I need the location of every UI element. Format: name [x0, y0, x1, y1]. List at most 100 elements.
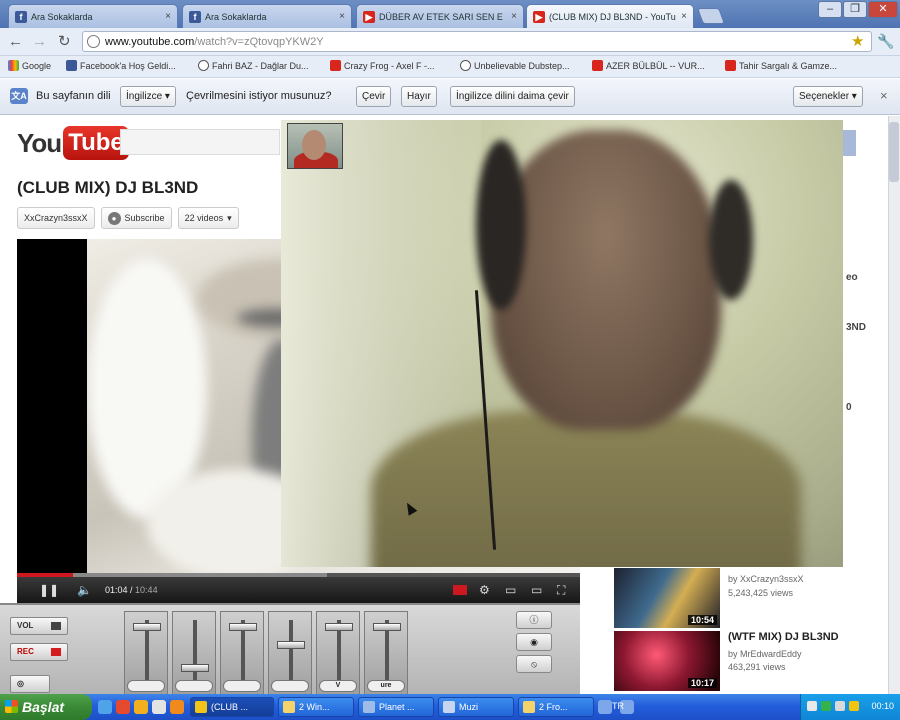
subscribe-label: Subscribe — [124, 213, 165, 223]
quicklaunch-icon[interactable] — [116, 700, 130, 714]
settings-gear-icon[interactable]: ⚙ — [479, 583, 490, 597]
browser-tab-4[interactable]: ▶ (CLUB MIX) DJ BL3ND - YouTu × — [526, 4, 694, 28]
browser-tab-3[interactable]: ▶ DÜBER AV ETEK SARI SEN E × — [356, 4, 524, 28]
video-thumbnail[interactable]: 10:17 — [614, 631, 720, 691]
close-tab-icon[interactable]: × — [165, 11, 171, 22]
fader-knob[interactable] — [133, 622, 161, 631]
large-player-icon[interactable]: ▭ — [531, 583, 542, 597]
options-button[interactable]: Seçenekler ▾ — [793, 86, 863, 107]
close-window-button[interactable]: ✕ — [868, 1, 898, 18]
forward-arrow-icon[interactable]: → — [32, 33, 47, 51]
no-entry-button[interactable]: ⦸ — [516, 655, 552, 673]
translate-button[interactable]: Çevir — [356, 86, 392, 107]
taskbar-task[interactable]: 2 Fro... — [518, 697, 594, 717]
language-value: İngilizce — [126, 91, 163, 102]
close-tab-icon[interactable]: × — [339, 11, 345, 22]
pause-icon[interactable]: ❚❚ — [39, 583, 59, 597]
related-video-1[interactable]: 10:54 by XxCrazyn3ssxX 5,243,425 views — [614, 568, 884, 630]
taskbar-task[interactable]: Muzi — [438, 697, 514, 717]
related-author[interactable]: by XxCrazyn3ssxX — [728, 574, 804, 584]
back-arrow-icon[interactable]: ← — [8, 33, 23, 51]
reload-icon[interactable]: ↻ — [58, 33, 71, 51]
taskbar-task[interactable]: Planet ... — [358, 697, 434, 717]
task-label: 2 Fro... — [539, 702, 568, 712]
browser-tab-2[interactable]: f Ara Sokaklarda × — [182, 4, 352, 28]
clock[interactable]: 00:10 — [871, 701, 894, 711]
tray-icon[interactable] — [835, 701, 845, 711]
bookmark-item[interactable]: Crazy Frog - Axel F -... — [330, 60, 435, 71]
taskbar-app-icon[interactable] — [598, 700, 612, 714]
video-thumbnail[interactable]: 10:54 — [614, 568, 720, 628]
bookmark-label: AZER BÜLBÜL -- VUR... — [606, 60, 705, 71]
language-select[interactable]: İngilizce ▾ — [120, 86, 176, 107]
fader-knob[interactable] — [277, 641, 305, 650]
bookmark-item[interactable]: Google — [8, 60, 51, 71]
webcam-video[interactable] — [281, 120, 843, 567]
bookmark-item[interactable]: Unbelievable Dubstep... — [460, 60, 570, 71]
taskbar-task[interactable]: (CLUB ... — [190, 697, 274, 717]
videos-dropdown[interactable]: 22 videos ▾ — [177, 207, 239, 229]
page-scrollbar[interactable] — [888, 116, 900, 694]
youtube-button-icon[interactable] — [453, 585, 467, 595]
webcam-self-preview[interactable] — [287, 123, 343, 169]
bookmark-star-icon[interactable]: ★ — [851, 32, 864, 50]
minimize-button[interactable]: – — [818, 1, 842, 18]
quicklaunch-icon[interactable] — [98, 700, 112, 714]
mixer-slot-3[interactable] — [220, 611, 264, 695]
volume-icon[interactable]: 🔈 — [77, 583, 92, 597]
mixer-tool-button[interactable]: ◎ — [10, 675, 50, 693]
fader-knob[interactable] — [325, 622, 353, 631]
language-indicator[interactable]: TR — [612, 701, 624, 711]
bookmark-item[interactable]: Fahri BAZ - Dağlar Du... — [198, 60, 309, 71]
youtube-logo[interactable]: You Tube — [17, 126, 129, 160]
quicklaunch-icon[interactable] — [134, 700, 148, 714]
close-infobar-icon[interactable]: × — [880, 88, 888, 103]
new-tab-button[interactable] — [697, 8, 725, 24]
popout-icon[interactable]: ▭ — [505, 583, 516, 597]
rec-button[interactable]: REC — [10, 643, 68, 661]
maximize-button[interactable]: ❐ — [843, 1, 867, 18]
no-button[interactable]: Hayır — [401, 86, 437, 107]
vol-button[interactable]: VOL — [10, 617, 68, 635]
bookmark-item[interactable]: AZER BÜLBÜL -- VUR... — [592, 60, 705, 71]
start-button[interactable]: Başlat — [0, 694, 92, 720]
related-video-2[interactable]: 10:17 (WTF MIX) DJ BL3ND by MrEdwardEddy… — [614, 631, 884, 693]
mixer-slot-6[interactable]: ure — [364, 611, 408, 695]
bookmark-item[interactable]: Facebook'a Hoş Geldi... — [66, 60, 176, 71]
mixer-slot-4[interactable] — [268, 611, 312, 695]
close-tab-icon[interactable]: × — [681, 11, 687, 22]
video-title: (CLUB MIX) DJ BL3ND — [17, 178, 199, 197]
tray-icon[interactable] — [821, 701, 831, 711]
fader-knob[interactable] — [373, 622, 401, 631]
related-title[interactable]: (WTF MIX) DJ BL3ND — [728, 631, 839, 643]
taskbar-task[interactable]: 2 Win... — [278, 697, 354, 717]
mixer-slot-1[interactable] — [124, 611, 168, 695]
search-button[interactable] — [842, 130, 856, 156]
fullscreen-icon[interactable]: ⛶ — [557, 583, 565, 598]
always-translate-button[interactable]: İngilizce dilini daima çevir — [450, 86, 575, 107]
address-bar[interactable]: www.youtube.com /watch?v=zQtovqpYKW2Y — [82, 31, 872, 52]
progress-bar[interactable] — [17, 573, 580, 577]
eye-button[interactable]: ◉ — [516, 633, 552, 651]
fader-knob[interactable] — [229, 622, 257, 631]
tray-icon[interactable] — [849, 701, 859, 711]
info-button[interactable]: ⓘ — [516, 611, 552, 629]
related-author[interactable]: by MrEdwardEddy — [728, 649, 802, 659]
fader-knob[interactable] — [181, 664, 209, 673]
bookmark-label: Unbelievable Dubstep... — [474, 60, 570, 71]
subscribe-button[interactable]: ● Subscribe — [100, 207, 172, 229]
mixer-slot-2[interactable] — [172, 611, 216, 695]
browser-tab-1[interactable]: f Ara Sokaklarda × — [8, 4, 178, 28]
channel-link[interactable]: XxCrazyn3ssxX — [17, 207, 95, 229]
wrench-icon[interactable]: 🔧 — [877, 33, 894, 50]
mixer-slot-5[interactable]: V — [316, 611, 360, 695]
globe-icon — [198, 60, 209, 71]
scrollbar-thumb[interactable] — [889, 122, 899, 182]
facebook-icon — [66, 60, 77, 71]
bookmark-item[interactable]: Tahir Sargalı & Gamze... — [725, 60, 837, 71]
close-tab-icon[interactable]: × — [511, 11, 517, 22]
quicklaunch-icon[interactable] — [170, 700, 184, 714]
tray-icon[interactable] — [807, 701, 817, 711]
quicklaunch-icon[interactable] — [152, 700, 166, 714]
search-input[interactable] — [120, 129, 280, 155]
